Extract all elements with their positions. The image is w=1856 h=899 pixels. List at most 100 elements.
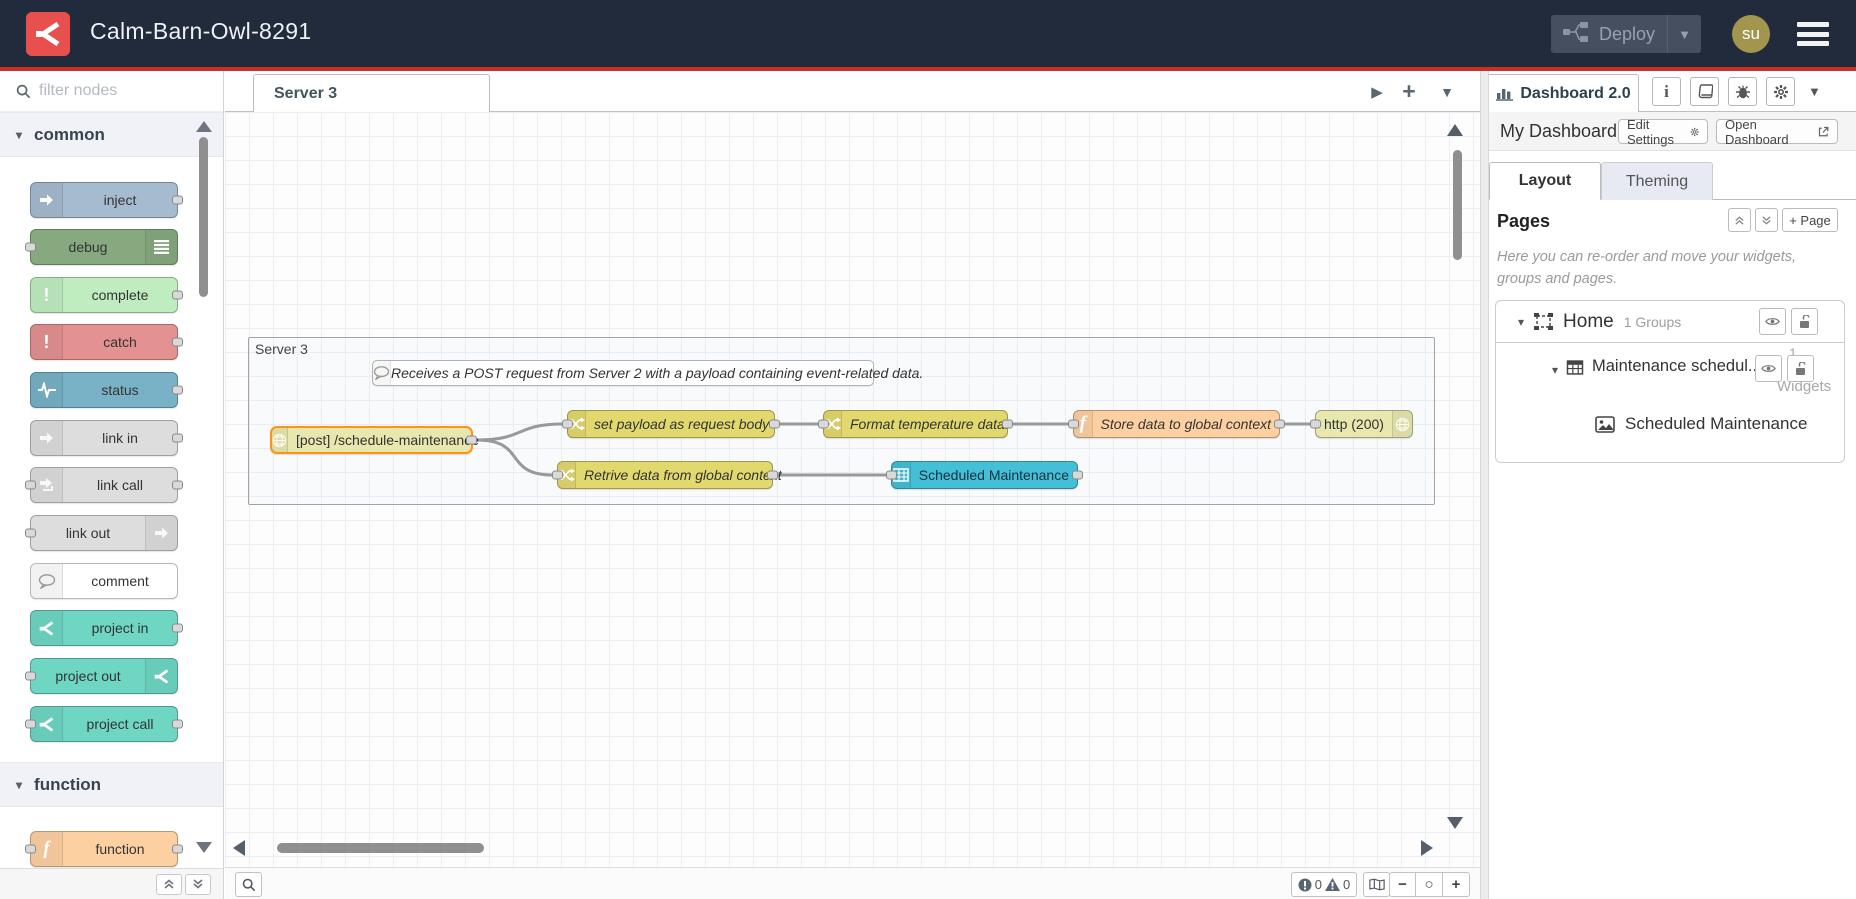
warning-icon (1325, 878, 1340, 891)
node-port (172, 623, 183, 633)
search-icon (16, 84, 31, 98)
sidebar-menu-caret[interactable]: ▼ (1808, 84, 1821, 99)
palette-scroll-up-arrow[interactable] (196, 121, 212, 132)
input-port[interactable] (1310, 419, 1321, 429)
palette-filter-input[interactable] (39, 82, 189, 100)
output-port[interactable] (769, 419, 780, 429)
palette-scroll-down-arrow[interactable] (196, 842, 212, 853)
tab-menu-caret[interactable]: ▼ (1435, 71, 1459, 112)
add-page-button[interactable]: + Page (1782, 208, 1838, 232)
main-menu-button[interactable] (1797, 22, 1829, 46)
flow-node-http-in[interactable]: [post] /schedule-maintenance (270, 426, 479, 454)
tab-theming[interactable]: Theming (1601, 162, 1713, 200)
input-port[interactable] (818, 419, 829, 429)
unlock-button[interactable] (1787, 355, 1814, 382)
chevron-down-icon[interactable]: ▾ (1552, 363, 1558, 377)
palette-node-project-in[interactable]: project in (30, 610, 183, 646)
palette-node-inject[interactable]: inject (30, 182, 183, 218)
info-button[interactable]: i (1652, 77, 1681, 106)
instance-title: Calm-Barn-Owl-8291 (90, 18, 312, 44)
collapse-pages-button[interactable] (1728, 208, 1751, 232)
visibility-eye-button[interactable] (1759, 308, 1786, 335)
input-port[interactable] (886, 470, 897, 480)
tab-list-arrow-icon[interactable]: ▶ (1365, 71, 1389, 112)
canvas-scroll-right-arrow[interactable] (1421, 840, 1433, 856)
flow-node-format-temperature[interactable]: Format temperature data. (818, 410, 1013, 438)
output-port[interactable] (1072, 470, 1083, 480)
output-port[interactable] (767, 470, 778, 480)
comment-bubble-icon (31, 564, 63, 598)
flow-canvas[interactable]: Server 3 Receives a POST request from Se… (225, 112, 1480, 867)
palette-node-link-out[interactable]: link out (25, 515, 178, 551)
navigator-map-button[interactable] (1363, 872, 1390, 897)
zoom-out-button[interactable]: − (1389, 872, 1416, 897)
zoom-in-button[interactable]: + (1443, 872, 1470, 897)
tab-dashboard-2[interactable]: Dashboard 2.0 (1489, 74, 1639, 112)
palette-section-common[interactable]: ▾ common (0, 112, 223, 157)
node-port (25, 844, 36, 854)
pages-help-text: Here you can re-order and move your widg… (1497, 249, 1797, 288)
canvas-vertical-scrollbar-thumb[interactable] (1453, 150, 1462, 260)
chevron-down-icon[interactable]: ▾ (1518, 315, 1524, 329)
tree-row-widget-scheduled-maintenance[interactable]: Scheduled Maintenance (1496, 399, 1844, 449)
input-port[interactable] (562, 419, 573, 429)
output-port[interactable] (1274, 419, 1285, 429)
zoom-reset-button[interactable]: ○ (1416, 872, 1443, 897)
tab-server-3[interactable]: Server 3 (253, 74, 490, 112)
tab-layout[interactable]: Layout (1489, 162, 1601, 200)
tree-row-group-maintenance[interactable]: ▾ Maintenance schedul... 1 Widgets (1496, 343, 1844, 399)
expand-all-button[interactable] (185, 873, 211, 895)
palette-node-status[interactable]: status (30, 372, 183, 408)
node-port (25, 719, 36, 729)
palette-node-comment[interactable]: comment (30, 563, 178, 599)
palette-node-link-call[interactable]: link call (25, 467, 183, 503)
output-port[interactable] (1002, 419, 1013, 429)
deploy-button[interactable]: Deploy ▼ (1551, 15, 1701, 53)
flow-node-comment[interactable]: Receives a POST request from Server 2 wi… (372, 360, 923, 386)
canvas-search-button[interactable] (235, 872, 262, 897)
collapse-all-button[interactable] (156, 873, 182, 895)
inject-icon (31, 183, 63, 217)
input-port[interactable] (1068, 419, 1079, 429)
error-count: 0 (1314, 877, 1322, 892)
canvas-scroll-left-arrow[interactable] (233, 840, 245, 856)
palette-node-debug[interactable]: debug (25, 229, 178, 265)
canvas-horizontal-scrollbar-thumb[interactable] (277, 843, 484, 853)
flow-node-store-global[interactable]: f Store data to global context (1068, 410, 1285, 438)
flow-node-set-payload[interactable]: set payload as request body (562, 410, 780, 438)
palette-node-function[interactable]: f function (25, 831, 183, 867)
palette-section-function[interactable]: ▾ function (0, 762, 223, 807)
visibility-eye-button[interactable] (1755, 355, 1782, 382)
input-port[interactable] (552, 470, 563, 480)
edit-settings-button[interactable]: Edit Settings (1618, 117, 1708, 147)
tree-row-page-home[interactable]: ▾ Home 1 Groups (1496, 301, 1844, 343)
chevron-down-icon: ▾ (16, 127, 23, 142)
output-port[interactable] (466, 435, 477, 445)
flow-node-http-response[interactable]: http (200) (1310, 410, 1413, 438)
sidebar-resize-handle[interactable] (1480, 71, 1489, 899)
chevron-down-icon: ▾ (16, 777, 23, 792)
palette-node-link-in[interactable]: link in (30, 420, 183, 456)
docs-book-button[interactable] (1690, 77, 1719, 106)
open-dashboard-button[interactable]: Open Dashboard (1716, 117, 1838, 147)
notification-counts[interactable]: 0 0 (1291, 872, 1357, 897)
palette-scrollbar-thumb[interactable] (199, 137, 208, 297)
palette-node-catch[interactable]: ! catch (30, 324, 183, 360)
canvas-scroll-down-arrow[interactable] (1447, 817, 1463, 829)
palette-node-project-out[interactable]: project out (25, 658, 178, 694)
settings-gear-button[interactable] (1766, 77, 1795, 106)
unlock-icon (1796, 361, 1806, 375)
add-flow-button[interactable]: + (1397, 71, 1421, 112)
unlock-button[interactable] (1791, 308, 1818, 335)
canvas-scroll-up-arrow[interactable] (1447, 124, 1463, 136)
palette-node-project-call[interactable]: project call (25, 706, 183, 742)
debug-bug-button[interactable] (1728, 77, 1757, 106)
node-port (172, 385, 183, 395)
flow-node-retrieve-global[interactable]: Retrive data from global context (552, 461, 782, 489)
flow-node-ui-table[interactable]: Scheduled Maintenance (886, 461, 1083, 489)
expand-pages-button[interactable] (1755, 208, 1778, 232)
user-avatar[interactable]: su (1732, 15, 1770, 53)
link-arrow-icon (31, 421, 63, 455)
deploy-options-caret[interactable]: ▼ (1667, 15, 1701, 53)
palette-node-complete[interactable]: ! complete (30, 277, 183, 313)
